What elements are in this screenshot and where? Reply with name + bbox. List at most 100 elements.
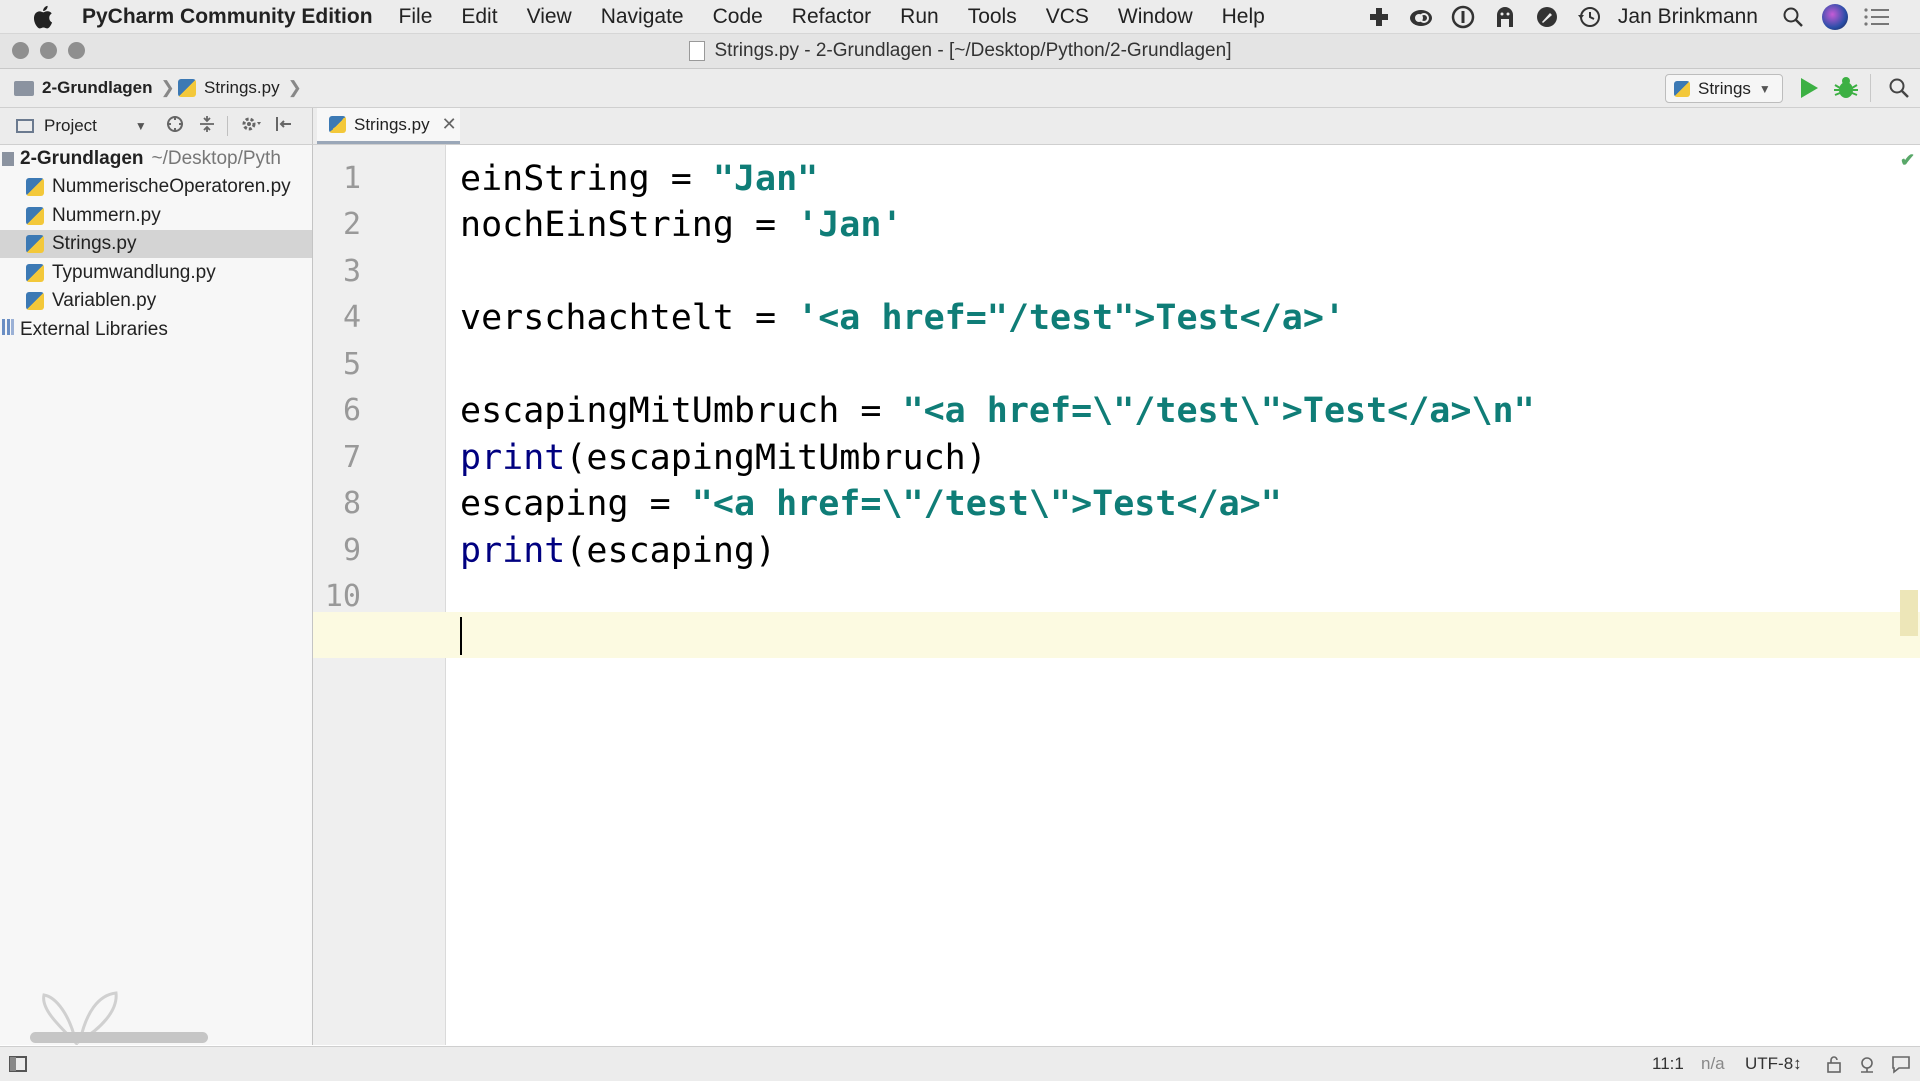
tree-item-label: External Libraries (20, 319, 168, 340)
menu-vcs[interactable]: VCS (1046, 5, 1089, 29)
creative-cloud-icon[interactable] (1408, 4, 1434, 30)
code-line: nochEinString = 'Jan' (460, 202, 903, 248)
tree-root-path: ~/Desktop/Pyth (151, 148, 281, 169)
text-caret (460, 617, 462, 655)
folder-icon (14, 80, 34, 96)
line-separator-status[interactable]: n/a (1701, 1047, 1725, 1081)
tree-item-file-selected[interactable]: Strings.py (0, 230, 312, 258)
tool-windows-toggle-icon[interactable] (8, 1047, 28, 1081)
time-machine-icon[interactable] (1576, 4, 1602, 30)
breadcrumb-project-label: 2-Grundlagen (42, 78, 153, 97)
search-everywhere-icon[interactable] (1888, 77, 1910, 104)
code-line: print(escaping) (460, 528, 776, 574)
collapse-all-icon[interactable] (197, 114, 217, 139)
menu-refactor[interactable]: Refactor (792, 5, 871, 29)
python-file-icon (26, 207, 44, 225)
chevron-down-icon[interactable]: ▼ (135, 119, 147, 133)
menu-navigate[interactable]: Navigate (601, 5, 684, 29)
scroll-from-source-icon[interactable] (165, 114, 185, 139)
python-file-icon (26, 178, 44, 196)
python-file-icon (1674, 80, 1690, 97)
builtin-function: print (460, 531, 566, 571)
line-number: 6 (342, 393, 361, 428)
spotlight-search-icon[interactable] (1780, 4, 1806, 30)
line-number: 2 (342, 207, 361, 242)
editor-scroll-marker[interactable] (1900, 590, 1918, 636)
caret-position[interactable]: 11:1 (1652, 1047, 1684, 1081)
breadcrumb-project[interactable]: 2-Grundlagen ❯ (14, 69, 175, 107)
onepassword-icon[interactable] (1450, 4, 1476, 30)
navigation-bar: 2-Grundlagen ❯ Strings.py ❯ Strings ▼ (0, 69, 1920, 108)
line-number: 1 (342, 161, 361, 196)
line-number: 8 (342, 486, 361, 521)
project-panel-header: Project ▼ (0, 108, 313, 145)
plus-icon[interactable] (1366, 4, 1392, 30)
line-number: 7 (342, 440, 361, 475)
lock-icon[interactable] (1826, 1047, 1842, 1081)
apple-icon[interactable] (30, 3, 58, 31)
toolbar-separator (1870, 74, 1871, 102)
inspector-icon[interactable] (1857, 1047, 1877, 1081)
breadcrumb-file[interactable]: Strings.py ❯ (178, 69, 302, 107)
debug-icon[interactable] (1833, 75, 1859, 106)
run-icon[interactable] (1798, 76, 1820, 105)
tree-item-label: Nummern.py (52, 205, 161, 226)
project-tree: 2-Grundlagen ~/Desktop/Pyth NummerischeO… (0, 145, 313, 1045)
code-token: (escaping) (565, 531, 777, 571)
line-number: 9 (342, 533, 361, 568)
file-encoding[interactable]: UTF-8↕ (1745, 1047, 1802, 1081)
notification-center-icon[interactable] (1864, 4, 1890, 30)
user-name[interactable]: Jan Brinkmann (1618, 5, 1758, 29)
chevron-right-icon: ❯ (160, 78, 175, 97)
project-tree-horizontal-scrollbar[interactable] (30, 1032, 208, 1043)
menu-run[interactable]: Run (900, 5, 939, 29)
close-tab-icon[interactable]: ✕ (442, 114, 457, 135)
app-menu[interactable]: PyCharm Community Edition (82, 5, 373, 29)
tree-root[interactable]: 2-Grundlagen ~/Desktop/Pyth (0, 145, 312, 173)
python-file-icon (26, 264, 44, 282)
event-log-icon[interactable] (1890, 1047, 1912, 1081)
code-editor[interactable]: einString = "Jan" nochEinString = 'Jan' … (313, 145, 1920, 1045)
status-bar: 11:1 n/a UTF-8↕ (0, 1046, 1920, 1081)
tree-item-label: NummerischeOperatoren.py (52, 176, 291, 197)
project-view-select[interactable]: Project (44, 116, 97, 136)
editor-tab-strings[interactable]: Strings.py ✕ (317, 108, 460, 144)
tree-item-external-libraries[interactable]: External Libraries (0, 316, 312, 344)
python-file-icon (329, 116, 346, 133)
tree-item-file[interactable]: Variablen.py (0, 287, 312, 315)
tree-root-label: 2-Grundlagen (20, 148, 144, 169)
pen-icon[interactable] (1534, 4, 1560, 30)
run-configuration-select[interactable]: Strings ▼ (1665, 74, 1783, 103)
tree-item-file[interactable]: Typumwandlung.py (0, 259, 312, 287)
window-titlebar: Strings.py - 2-Grundlagen - [~/Desktop/P… (0, 34, 1920, 69)
python-file-icon (26, 292, 44, 310)
editor-tab-label: Strings.py (354, 114, 430, 134)
folder-icon (2, 152, 14, 166)
chevron-right-icon: ❯ (287, 78, 302, 97)
tree-item-label: Typumwandlung.py (52, 262, 216, 283)
menubar-tray: Jan Brinkmann (1366, 0, 1920, 33)
menu-edit[interactable]: Edit (461, 5, 497, 29)
alfred-icon[interactable] (1492, 4, 1518, 30)
menu-tools[interactable]: Tools (968, 5, 1017, 29)
gear-icon[interactable] (240, 114, 262, 139)
inspection-ok-check-icon[interactable]: ✔ (1900, 150, 1915, 171)
line-number: 5 (342, 347, 361, 382)
tree-item-file[interactable]: NummerischeOperatoren.py (0, 173, 312, 201)
editor-gutter: 1 2 3 4 5 6 7 8 9 10 11 (313, 145, 446, 1045)
library-icon (2, 318, 14, 342)
hide-panel-icon[interactable] (274, 114, 294, 139)
menu-window[interactable]: Window (1118, 5, 1193, 29)
tree-item-file[interactable]: Nummern.py (0, 202, 312, 230)
menu-file[interactable]: File (399, 5, 433, 29)
menu-help[interactable]: Help (1222, 5, 1265, 29)
python-file-icon (178, 79, 196, 97)
code-token: einString = (460, 159, 713, 199)
code-line: escapingMitUmbruch = "<a href=\"/test\">… (460, 388, 1535, 434)
string-literal: "Jan" (712, 159, 819, 199)
siri-icon[interactable] (1822, 3, 1848, 30)
menu-code[interactable]: Code (713, 5, 763, 29)
tree-item-label: Strings.py (52, 233, 137, 254)
window-title: Strings.py - 2-Grundlagen - [~/Desktop/P… (0, 34, 1920, 68)
menu-view[interactable]: View (527, 5, 572, 29)
